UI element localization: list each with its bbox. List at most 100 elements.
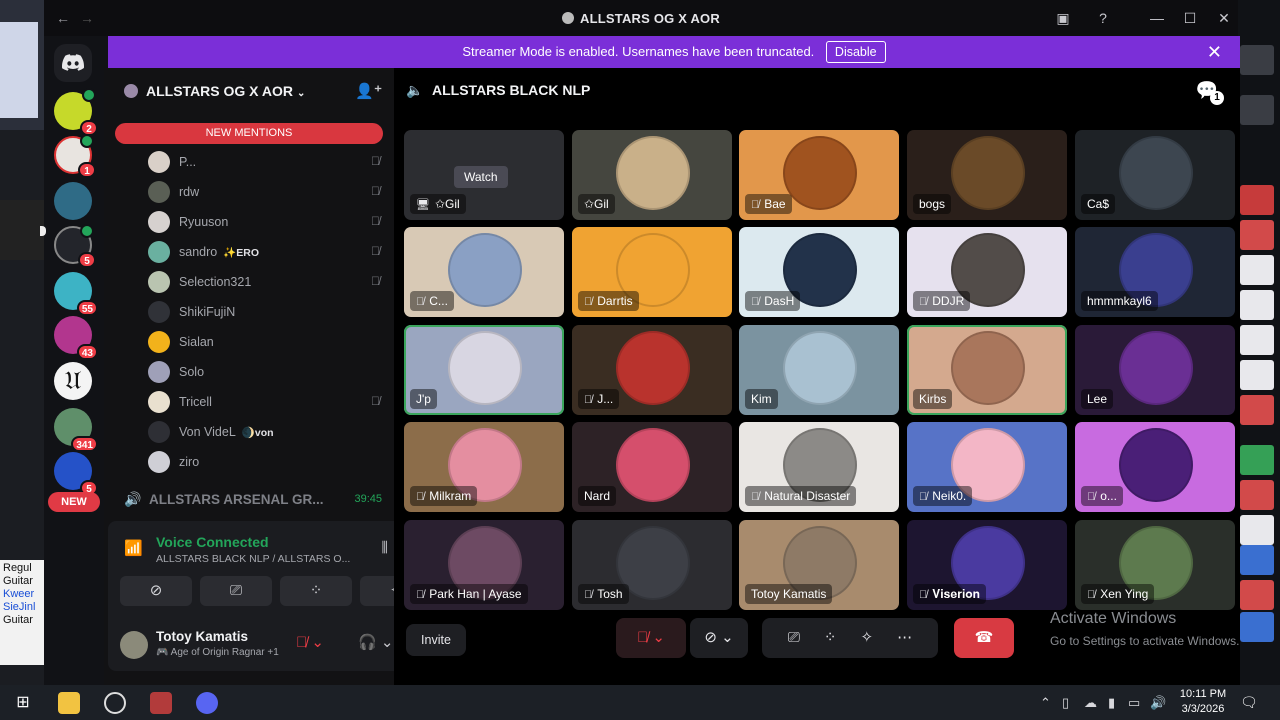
tray-app-icon[interactable]: ▯ [1062,695,1069,711]
participant-tile[interactable]: ✩Gil [572,130,732,220]
camera-toggle-button[interactable]: ⊘ ⌄ [690,618,748,658]
voice-member[interactable]: rdw 🎙̸ [104,176,394,206]
voice-member[interactable]: Sialan [104,326,394,356]
server-icon[interactable]: 55 [54,272,98,316]
help-icon[interactable]: ? [1094,9,1112,27]
participant-tile[interactable]: J'p [404,325,564,415]
soundboard-icon[interactable]: ✧ [861,629,874,646]
invite-button[interactable]: Invite [406,624,466,656]
close-window-button[interactable]: ✕ [1215,9,1233,27]
browser-icon[interactable] [104,692,126,714]
participant-tile[interactable]: 🎙̸ Neik0. [907,422,1067,512]
new-unreads-button[interactable]: NEW [48,492,100,512]
screen-share-button[interactable]: ⎚ [200,576,272,606]
camera-off-button[interactable]: ⊘ [120,576,192,606]
voice-member[interactable]: P... 🎙̸ [104,146,394,176]
new-mentions-button[interactable]: NEW MENTIONS [115,123,383,144]
participant-tile[interactable]: Watch 🖥 ✩Gil [404,130,564,220]
mic-muted-icon: 🎙̸ [751,491,760,503]
cloud-icon[interactable]: ☁ [1084,695,1097,711]
participant-tile[interactable]: Kirbs [907,325,1067,415]
participant-tile[interactable]: Totoy Kamatis [739,520,899,610]
participant-tile[interactable]: Nard [572,422,732,512]
voice-member[interactable]: ShikiFujiN [104,296,394,326]
volume-icon[interactable]: 🔊 [1150,695,1166,711]
discord-taskbar-icon[interactable] [196,692,218,714]
network-icon[interactable]: ▭ [1128,695,1140,711]
participant-tile[interactable]: 🎙̸ Park Han | Ayase [404,520,564,610]
chat-badge: 1 [1210,91,1224,105]
notification-icon[interactable]: 🗨 [1240,694,1258,711]
participant-tile[interactable]: bogs [907,130,1067,220]
server-icon[interactable]: 𝔘 [54,362,92,400]
participant-tile[interactable]: 🎙̸ 𝐕𝐢𝐬𝐞𝐫𝐢𝐨𝐧 [907,520,1067,610]
member-avatar [148,391,170,413]
maximize-button[interactable]: ☐ [1181,9,1199,27]
member-name-text: Ryuuson [179,215,229,229]
participant-tile[interactable]: 🎙̸ Xen Ying [1075,520,1235,610]
voice-member[interactable]: Selection321 🎙̸ [104,266,394,296]
noise-suppression-icon[interactable]: ⫼ [382,539,388,556]
activities-button[interactable]: ⁘ [280,576,352,606]
signal-icon[interactable]: 📶 [124,539,143,557]
voice-member[interactable]: Solo [104,356,394,386]
direct-messages-button[interactable] [54,44,92,82]
participant-tile[interactable]: 🎙̸ C... [404,227,564,317]
screen-share-icon[interactable]: ⎚ [788,629,800,646]
more-options-icon[interactable]: ⋯ [897,629,912,646]
desktop-window-fragment [0,22,38,118]
mic-tray-icon[interactable]: ▮ [1108,695,1115,711]
tray-chevron-icon[interactable]: ⌃ [1040,695,1051,711]
server-icon[interactable]: 1 [54,134,96,178]
voice-location[interactable]: ALLSTARS BLACK NLP / ALLSTARS O... [156,553,356,565]
participant-tile[interactable]: 🎙̸ DasH [739,227,899,317]
chat-icon[interactable]: 💬 1 [1196,80,1224,105]
minimize-button[interactable]: — [1148,9,1166,27]
participant-tile[interactable]: 🎙̸ o... [1075,422,1235,512]
banner-close-icon[interactable]: ✕ [1207,36,1222,68]
server-icon[interactable]: 5 [54,452,98,496]
mention-badge: 5 [78,252,96,268]
participant-tile[interactable]: 🎙̸ Tosh [572,520,732,610]
server-icon[interactable]: 2 [54,88,98,136]
leave-call-button[interactable]: ☎ [954,618,1014,658]
server-icon[interactable]: 5 [54,224,96,268]
member-avatar [148,451,170,473]
channel-name: ALLSTARS ARSENAL GR... [149,492,324,507]
file-explorer-icon[interactable] [58,692,80,714]
headphones-icon[interactable]: 🎧 ⌄ [358,633,393,651]
voice-member[interactable]: Ryuuson 🎙̸ [104,206,394,236]
voice-member[interactable]: Von VideL 🌒von [104,416,394,446]
activities-icon[interactable]: ⁘ [824,629,837,646]
watch-stream-button[interactable]: Watch [454,166,508,188]
participant-tile[interactable]: 🎙̸ Natural Disaster [739,422,899,512]
app-icon[interactable] [150,692,172,714]
participant-tile[interactable]: 🎙̸ DDJR [907,227,1067,317]
participant-tile[interactable]: hmmmkayl6 [1075,227,1235,317]
clock[interactable]: 10:11 PM 3/3/2026 [1178,687,1228,717]
start-button-icon[interactable]: ⊞ [12,692,34,714]
mute-toggle-button[interactable]: 🎙̸ ⌄ [616,618,686,658]
participant-tile[interactable]: 🎙̸ Darrtis [572,227,732,317]
voice-member[interactable]: sandro ✨ERO 🎙̸ [104,236,394,266]
participant-tile[interactable]: 🎙̸ Bae [739,130,899,220]
server-icon[interactable] [54,182,92,220]
voice-member[interactable]: ziro [104,446,394,476]
mic-muted-icon: 🎙̸ [584,394,593,406]
voice-member[interactable]: Tricell 🎙̸ [104,386,394,416]
participant-tile[interactable]: Lee [1075,325,1235,415]
participant-tile[interactable]: Ca$ [1075,130,1235,220]
disable-streamer-mode-button[interactable]: Disable [825,41,886,63]
mic-muted-icon[interactable]: 🎙̸ ⌄ [296,633,324,651]
user-avatar[interactable] [120,631,148,659]
voice-channel-arsenal[interactable]: 🔊 ALLSTARS ARSENAL GR... 39:45 [104,487,394,513]
participant-tile[interactable]: 🎙̸ Milkram [404,422,564,512]
server-icon[interactable]: 43 [54,316,98,360]
participant-tile[interactable]: 🎙̸ J... [572,325,732,415]
inbox-icon[interactable]: ▣ [1054,9,1072,27]
participant-tile[interactable]: Kim [739,325,899,415]
server-icon[interactable]: 341 [54,408,98,452]
invite-people-icon[interactable]: 👤⁺ [355,82,382,100]
participant-label: 🎙̸ J... [578,389,620,409]
server-header[interactable]: ALLSTARS OG X AOR ⌄ 👤⁺ [104,68,394,114]
